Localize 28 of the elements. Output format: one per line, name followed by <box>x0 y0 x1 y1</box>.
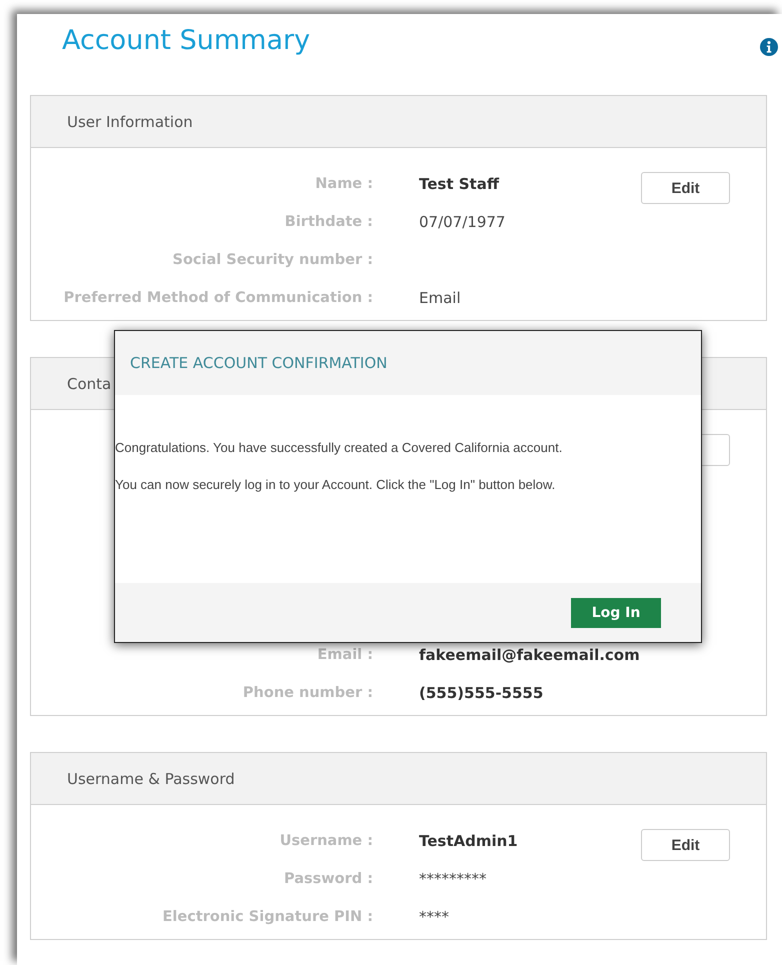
section-title: User Information <box>67 112 193 130</box>
field-label: Password : <box>282 871 373 887</box>
field-label: Social Security number : <box>172 252 373 268</box>
edit-button[interactable]: Edit <box>641 172 730 204</box>
field-label: Preferred Method of Communication : <box>62 290 373 306</box>
field-label: Name : <box>314 176 373 192</box>
dialog-title: CREATE ACCOUNT CONFIRMATION <box>130 354 388 372</box>
field-label: Birthdate : <box>284 214 373 230</box>
dialog-message: You can now securely log in to your Account. Click the "Log In" button below. <box>115 477 556 492</box>
info-icon[interactable] <box>760 38 778 56</box>
field-value: TestAdmin1 <box>419 832 519 850</box>
section-title: Username & Password <box>67 770 235 788</box>
field-value: ********* <box>419 870 488 888</box>
log-in-button[interactable]: Log In <box>571 598 661 628</box>
section-title: Conta <box>67 374 112 392</box>
page-title: Account Summary <box>62 25 310 56</box>
edit-button[interactable]: Edit <box>641 829 730 861</box>
field-value: (555)555-5555 <box>419 684 544 702</box>
field-value: **** <box>419 908 450 926</box>
field-value: Email <box>419 289 462 307</box>
field-label: Username : <box>278 833 373 849</box>
dialog-message: Congratulations. You have successfully created a Covered California account. <box>115 440 564 455</box>
field-value: fakeemail@fakeemail.com <box>419 646 641 664</box>
field-label: Electronic Signature PIN : <box>162 909 373 925</box>
field-label: Phone number : <box>242 685 373 701</box>
field-value: Test Staff <box>419 175 500 193</box>
field-label: Email : <box>316 647 373 663</box>
field-value: 07/07/1977 <box>419 213 506 231</box>
